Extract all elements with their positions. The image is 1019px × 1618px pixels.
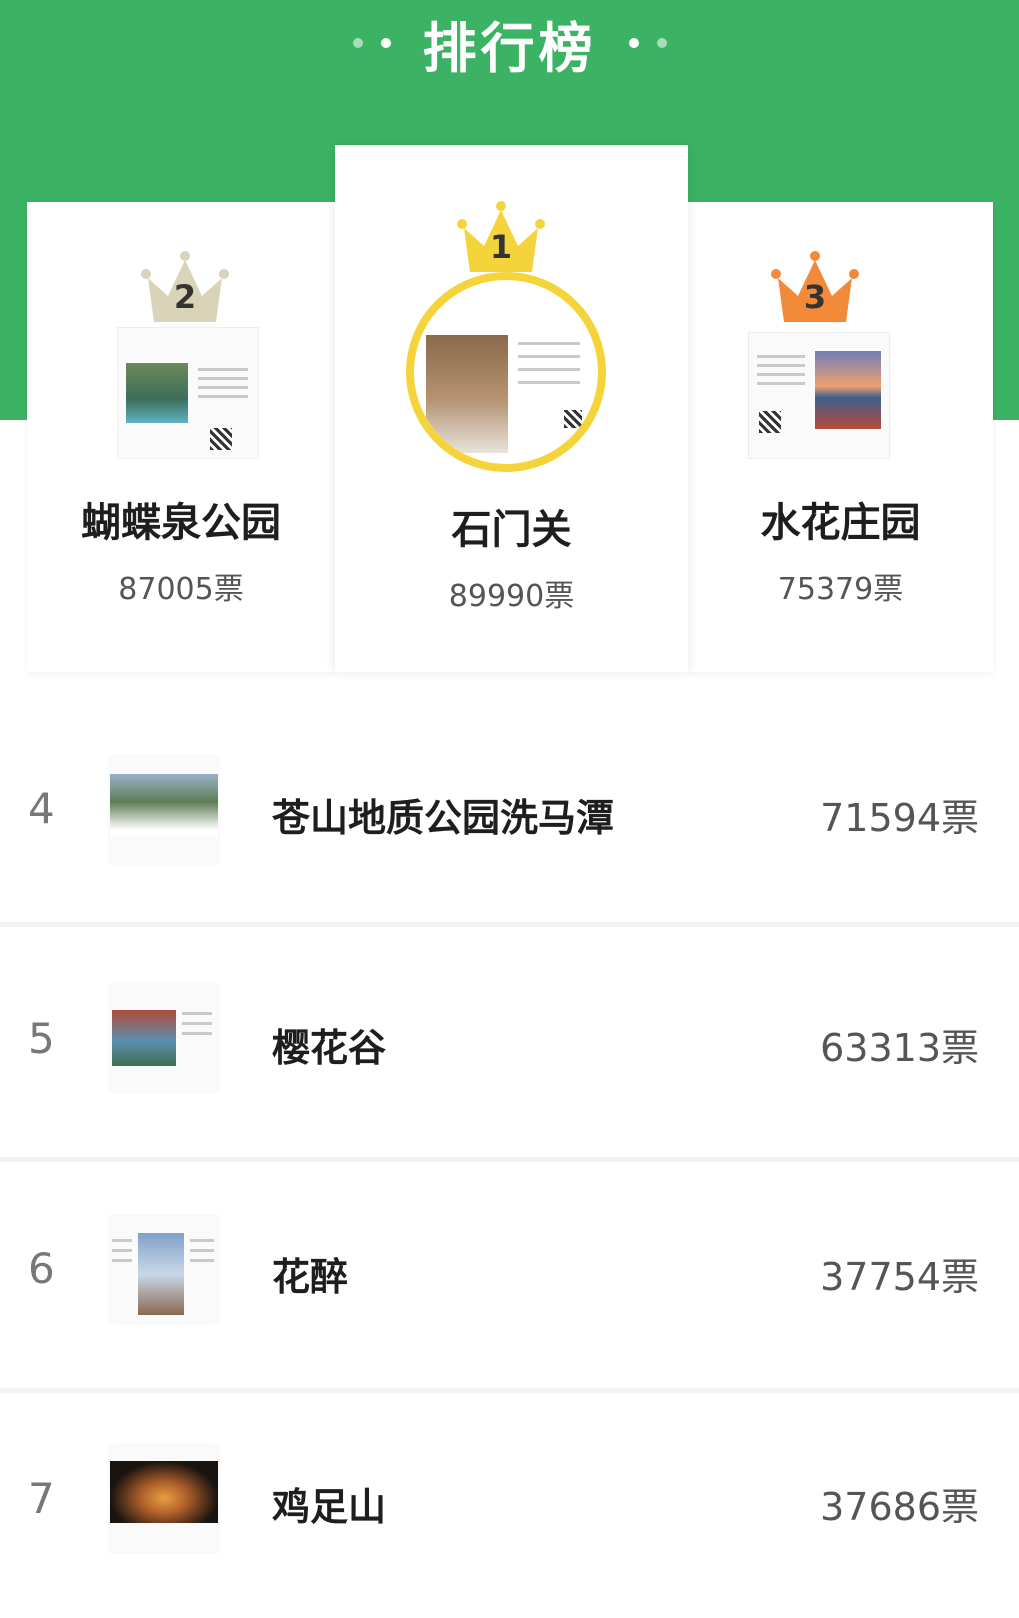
- crown-icon-silver: 2: [140, 250, 230, 325]
- list-name: 花醉: [272, 1255, 349, 1299]
- list-votes: 63313票: [820, 1026, 979, 1070]
- page-title: 排行榜: [422, 16, 597, 80]
- list-name: 苍山地质公园洗马潭: [272, 796, 615, 840]
- list-rank: 7: [28, 1474, 55, 1523]
- list-name: 樱花谷: [272, 1026, 387, 1070]
- podium-name: 水花庄园: [760, 500, 921, 546]
- champion-photo-frame: [406, 272, 606, 472]
- decor-dots-left: [352, 38, 391, 48]
- scenic-thumbnail: [748, 332, 890, 459]
- crown-icon-bronze: 3: [770, 250, 860, 325]
- list-item[interactable]: 7 鸡足山 37686票: [0, 1388, 1019, 1618]
- list-votes: 71594票: [820, 796, 979, 840]
- list-thumbnail: [108, 1443, 220, 1555]
- scenic-thumbnail: [117, 327, 259, 459]
- list-rank: 6: [28, 1244, 55, 1293]
- list-rank: 4: [28, 784, 55, 833]
- decor-dots-right: [628, 38, 667, 48]
- header: 排行榜: [0, 0, 1019, 86]
- podium-votes: 87005票: [118, 572, 244, 607]
- list-thumbnail: [108, 1213, 220, 1325]
- crown-rank-number: 2: [173, 278, 197, 316]
- crown-rank-number: 3: [803, 278, 827, 316]
- list-votes: 37754票: [820, 1255, 979, 1299]
- podium-name: 石门关: [451, 507, 572, 553]
- podium-card-rank-3[interactable]: 3 水花庄园 75379票: [688, 202, 993, 672]
- list-thumbnail: [108, 754, 220, 866]
- crown-icon-gold: 1: [456, 200, 546, 275]
- podium-name: 蝴蝶泉公园: [81, 500, 281, 546]
- list-item[interactable]: 4 苍山地质公园洗马潭 71594票: [0, 692, 1019, 927]
- podium-votes: 75379票: [777, 572, 904, 607]
- crown-rank-number: 1: [489, 228, 513, 266]
- list-rank: 5: [28, 1014, 55, 1063]
- list-name: 鸡足山: [272, 1485, 387, 1529]
- list-thumbnail: [108, 982, 220, 1094]
- podium-card-rank-2[interactable]: 2 蝴蝶泉公园 87005票: [27, 202, 335, 672]
- podium-votes: 89990票: [448, 579, 575, 614]
- list-item[interactable]: 5 樱花谷 63313票: [0, 927, 1019, 1162]
- list-item[interactable]: 6 花醉 37754票: [0, 1158, 1019, 1393]
- podium-card-rank-1[interactable]: 1 石门关 89990票: [335, 145, 688, 672]
- list-votes: 37686票: [820, 1485, 979, 1529]
